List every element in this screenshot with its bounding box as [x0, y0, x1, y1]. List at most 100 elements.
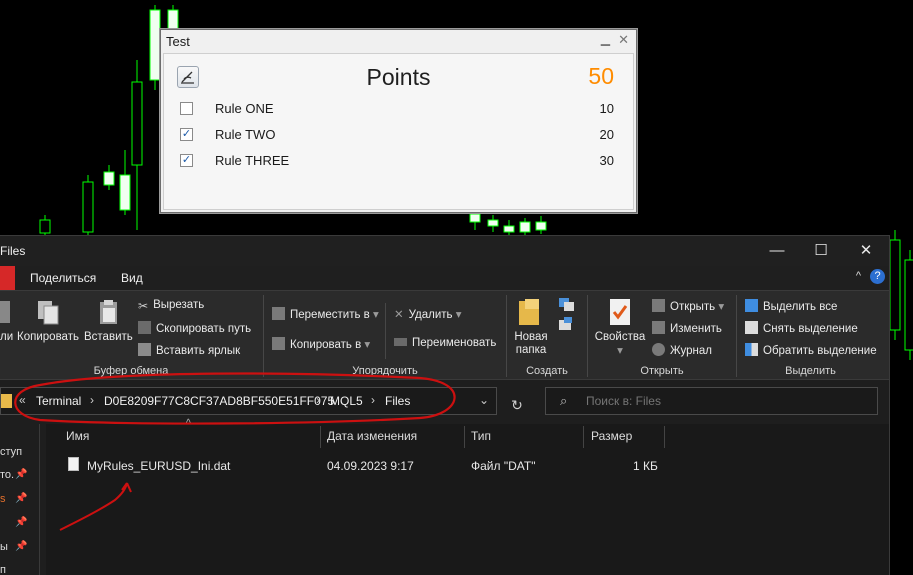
explorer-titlebar[interactable]: Files — ☐ ✕ — [0, 236, 889, 266]
paste-shortcut-button[interactable]: Вставить ярлык — [138, 343, 240, 357]
column-divider[interactable] — [583, 426, 584, 448]
minimize-icon[interactable]: ▁ — [601, 32, 610, 46]
paste-label: Вставить — [84, 331, 133, 343]
file-size: 1 КБ — [633, 459, 658, 473]
select-none-label: Снять выделение — [763, 323, 858, 335]
tab-file[interactable] — [0, 266, 15, 290]
rule-two-checkbox[interactable]: ✓ — [180, 128, 193, 141]
new-item-icon[interactable] — [556, 295, 580, 335]
column-divider[interactable] — [664, 426, 665, 448]
column-header-name[interactable]: Имя — [66, 429, 89, 443]
candle-body — [519, 221, 531, 233]
rename-button[interactable]: Переименовать — [394, 337, 496, 349]
breadcrumb-terminal[interactable]: Terminal — [36, 394, 81, 408]
help-icon[interactable]: ? — [870, 269, 885, 284]
history-button[interactable]: Журнал — [652, 343, 712, 357]
sub-divider — [385, 303, 386, 359]
refresh-icon[interactable]: ↻ — [503, 391, 531, 419]
edit-label: Изменить — [670, 323, 722, 335]
overflow-chevron-icon[interactable]: « — [19, 393, 26, 407]
group-organize-label: Упорядочить — [352, 365, 418, 377]
edit-button[interactable]: Изменить — [652, 321, 722, 335]
column-header-date[interactable]: Дата изменения — [327, 429, 417, 443]
copy-button[interactable]: Копировать — [16, 297, 80, 343]
file-type: Файл "DAT" — [471, 459, 536, 473]
candle-body — [503, 225, 515, 233]
file-list: ^ Имя Дата изменения Тип Размер MyRules_… — [46, 418, 889, 575]
chevron-down-icon[interactable]: ⌄ — [479, 393, 489, 407]
breadcrumb-separator[interactable]: › — [316, 393, 320, 407]
cut-button[interactable]: ✂ Вырезать — [138, 299, 205, 313]
open-label: Открыть — [670, 301, 716, 313]
shortcut-icon — [138, 343, 151, 356]
new-folder-button[interactable]: Новая папка — [511, 297, 551, 357]
candle-body — [82, 181, 94, 233]
column-divider[interactable] — [320, 426, 321, 448]
delete-label: Удалить — [408, 309, 453, 321]
nav-item[interactable]: ступ — [0, 446, 22, 458]
clipboard-icon — [100, 300, 117, 324]
dialog-title: Test — [166, 34, 190, 49]
column-divider[interactable] — [464, 426, 465, 448]
ribbon: ли Копировать Вставить ✂ Вырезать Скопиро… — [0, 290, 889, 380]
address-bar[interactable]: « Terminal › D0E8209F77C8CF37AD8BF550E51… — [0, 387, 497, 415]
move-to-button[interactable]: Переместить в ▾ — [272, 307, 379, 321]
window-title: Files — [0, 244, 26, 258]
cut-label: Вырезать — [153, 299, 205, 311]
rule-value: 20 — [599, 127, 614, 142]
nav-item[interactable]: ы — [0, 541, 8, 553]
close-button[interactable]: ✕ — [846, 239, 886, 263]
search-box[interactable]: ⌕ — [545, 387, 878, 415]
rule-value: 30 — [599, 153, 614, 168]
tab-view[interactable]: Вид — [121, 271, 143, 285]
sort-ascending-icon: ^ — [186, 418, 191, 429]
path-icon — [138, 321, 151, 334]
dialog-titlebar[interactable]: Test ▁ ✕ — [161, 30, 636, 52]
copy-path-button[interactable]: Скопировать путь — [138, 321, 251, 335]
search-input[interactable] — [586, 394, 866, 408]
open-icon — [652, 299, 665, 312]
close-icon[interactable]: ✕ — [618, 32, 629, 48]
open-button[interactable]: Открыть ▾ — [652, 299, 724, 313]
delete-button[interactable]: ✕ Удалить ▾ — [394, 307, 462, 321]
select-none-icon — [745, 321, 758, 334]
invert-selection-button[interactable]: Обратить выделение — [745, 343, 877, 357]
rule-three-checkbox[interactable]: ✓ — [180, 154, 193, 167]
move-icon — [272, 307, 285, 320]
column-header-type[interactable]: Тип — [471, 429, 491, 443]
group-select-label: Выделить — [785, 365, 836, 377]
candle-body — [103, 171, 115, 186]
rename-label: Переименовать — [412, 337, 497, 349]
rename-icon — [394, 338, 407, 346]
column-header-size[interactable]: Размер — [591, 429, 632, 443]
breadcrumb-mql5[interactable]: MQL5 — [330, 394, 363, 408]
copy-to-label: Копировать в — [290, 339, 362, 351]
breadcrumb-files[interactable]: Files — [385, 394, 410, 408]
nav-item[interactable]: п — [0, 564, 6, 575]
breadcrumb-terminal-id[interactable]: D0E8209F77C8CF37AD8BF550E51FF075 — [104, 394, 334, 408]
nav-item[interactable]: то. — [0, 469, 14, 481]
copy-to-button[interactable]: Копировать в ▾ — [272, 337, 370, 351]
maximize-button[interactable]: ☐ — [801, 239, 841, 263]
nav-item[interactable]: s — [0, 493, 6, 505]
pin-label: ли — [0, 331, 14, 343]
breadcrumb-separator[interactable]: › — [90, 393, 94, 407]
points-total: 50 — [588, 63, 614, 89]
candle-body — [535, 221, 547, 231]
rule-one-checkbox[interactable] — [180, 102, 193, 115]
collapse-ribbon-icon[interactable]: ^ — [856, 270, 861, 282]
edit-icon — [652, 321, 665, 334]
candle-body — [469, 213, 481, 223]
rule-row: ✓ Rule TWO 20 — [180, 125, 614, 145]
select-all-button[interactable]: Выделить все — [745, 299, 837, 313]
properties-button[interactable]: Свойства ▾ — [593, 297, 647, 357]
minimize-button[interactable]: — — [757, 239, 797, 263]
tab-share[interactable]: Поделиться — [30, 271, 96, 285]
address-row: « Terminal › D0E8209F77C8CF37AD8BF550E51… — [0, 381, 889, 421]
breadcrumb-separator[interactable]: › — [371, 393, 375, 407]
paste-shortcut-label: Вставить ярлык — [156, 345, 241, 357]
pin-button[interactable]: ли — [0, 297, 14, 343]
paste-button[interactable]: Вставить — [84, 297, 133, 343]
select-none-button[interactable]: Снять выделение — [745, 321, 858, 335]
candle-body — [119, 174, 131, 211]
